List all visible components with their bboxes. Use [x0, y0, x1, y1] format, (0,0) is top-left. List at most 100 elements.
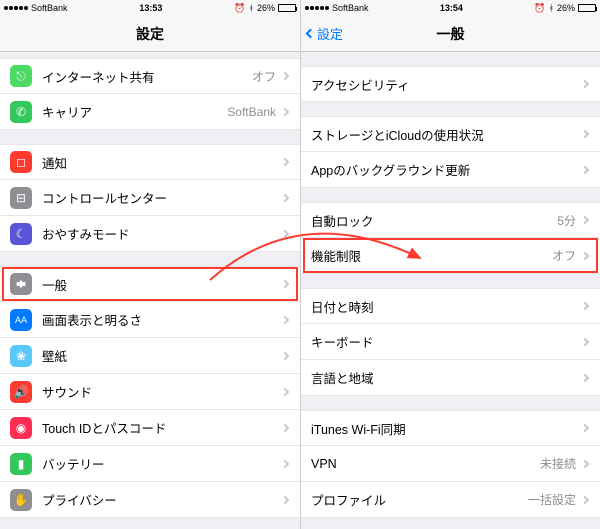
row-label: 日付と時刻 — [311, 297, 582, 316]
back-button[interactable]: 設定 — [307, 16, 343, 51]
alarm-icon: ⏰ — [534, 3, 545, 14]
chevron-right-icon — [281, 423, 289, 431]
row-label: VPN — [311, 457, 540, 471]
row-controlcenter[interactable]: ⊟ コントロールセンター — [0, 180, 300, 216]
row-label: 自動ロック — [311, 211, 557, 230]
link-icon: ⎋ — [10, 65, 32, 87]
status-bar: SoftBank 13:54 ⏰ ᚼ 26% — [301, 0, 600, 16]
row-autolock[interactable]: 自動ロック 5分 — [301, 202, 600, 238]
row-label: ストレージとiCloudの使用状況 — [311, 125, 582, 144]
chevron-right-icon — [581, 130, 589, 138]
row-label: iTunes Wi-Fi同期 — [311, 419, 582, 438]
battery-icon — [278, 4, 296, 12]
row-detail: 一括設定 — [528, 491, 576, 508]
row-label: コントロールセンター — [42, 188, 282, 207]
chevron-right-icon — [581, 373, 589, 381]
row-ituneswifi[interactable]: iTunes Wi-Fi同期 — [301, 410, 600, 446]
chevron-right-icon — [281, 315, 289, 323]
chevron-right-icon — [281, 351, 289, 359]
row-hotspot[interactable]: ⎋ インターネット共有 オフ — [0, 58, 300, 94]
back-label: 設定 — [317, 24, 343, 43]
screen-general: SoftBank 13:54 ⏰ ᚼ 26% 設定 一般 アクセシビリティ スト… — [300, 0, 600, 529]
row-label: キーボード — [311, 332, 582, 351]
clock: 13:54 — [369, 3, 535, 13]
row-datetime[interactable]: 日付と時刻 — [301, 288, 600, 324]
chevron-right-icon — [581, 424, 589, 432]
row-restrictions[interactable]: 機能制限 オフ — [301, 238, 600, 274]
wallpaper-icon: ❀ — [10, 345, 32, 367]
row-storage[interactable]: ストレージとiCloudの使用状況 — [301, 116, 600, 152]
row-language[interactable]: 言語と地域 — [301, 360, 600, 396]
row-label: 壁紙 — [42, 346, 282, 365]
chevron-right-icon — [281, 495, 289, 503]
row-label: バッテリー — [42, 454, 282, 473]
row-label: プロファイル — [311, 490, 528, 509]
row-label: 言語と地域 — [311, 368, 582, 387]
row-dnd[interactable]: ☾ おやすみモード — [0, 216, 300, 252]
status-bar: SoftBank 13:53 ⏰ ᚼ 26% — [0, 0, 300, 16]
chevron-right-icon — [581, 251, 589, 259]
page-title: 一般 — [437, 24, 465, 44]
alarm-icon: ⏰ — [234, 3, 245, 14]
chevron-right-icon — [281, 193, 289, 201]
row-label: サウンド — [42, 382, 282, 401]
row-label: Touch IDとパスコード — [42, 418, 282, 437]
row-wallpaper[interactable]: ❀ 壁紙 — [0, 338, 300, 374]
battery-percent: 26% — [557, 3, 575, 13]
row-vpn[interactable]: VPN 未接続 — [301, 446, 600, 482]
row-display[interactable]: AA 画面表示と明るさ — [0, 302, 300, 338]
row-label: 機能制限 — [311, 246, 552, 265]
signal-dots-icon — [305, 6, 329, 10]
chevron-right-icon — [281, 158, 289, 166]
row-label: アクセシビリティ — [311, 75, 582, 94]
row-detail: SoftBank — [227, 105, 276, 119]
chevron-right-icon — [281, 387, 289, 395]
row-label: キャリア — [42, 102, 227, 121]
row-keyboard[interactable]: キーボード — [301, 324, 600, 360]
chevron-right-icon — [581, 302, 589, 310]
row-touchid[interactable]: ◉ Touch IDとパスコード — [0, 410, 300, 446]
clock: 13:53 — [68, 3, 235, 13]
chevron-right-icon — [281, 280, 289, 288]
chevron-right-icon — [281, 229, 289, 237]
signal-dots-icon — [4, 6, 28, 10]
row-backgroundrefresh[interactable]: Appのバックグラウンド更新 — [301, 152, 600, 188]
phone-icon: ✆ — [10, 101, 32, 123]
hand-icon: ✋ — [10, 489, 32, 511]
row-label: インターネット共有 — [42, 67, 252, 86]
row-profile[interactable]: プロファイル 一括設定 — [301, 482, 600, 518]
battery-icon — [578, 4, 596, 12]
row-general[interactable]: 一般 — [0, 266, 300, 302]
row-carrier[interactable]: ✆ キャリア SoftBank — [0, 94, 300, 130]
row-label: プライバシー — [42, 490, 282, 509]
row-privacy[interactable]: ✋ プライバシー — [0, 482, 300, 518]
row-battery[interactable]: ▮ バッテリー — [0, 446, 300, 482]
row-label: おやすみモード — [42, 224, 282, 243]
row-sounds[interactable]: 🔊 サウンド — [0, 374, 300, 410]
fingerprint-icon: ◉ — [10, 417, 32, 439]
row-detail: 5分 — [557, 212, 576, 229]
row-label: Appのバックグラウンド更新 — [311, 160, 582, 179]
screen-settings: SoftBank 13:53 ⏰ ᚼ 26% 設定 ⎋ インターネット共有 オフ… — [0, 0, 300, 529]
row-accessibility[interactable]: アクセシビリティ — [301, 66, 600, 102]
moon-icon: ☾ — [10, 223, 32, 245]
chevron-right-icon — [281, 72, 289, 80]
notifications-icon: ◻ — [10, 151, 32, 173]
chevron-right-icon — [581, 337, 589, 345]
display-icon: AA — [10, 309, 32, 331]
bluetooth-icon: ᚼ — [549, 3, 554, 13]
row-detail: 未接続 — [540, 455, 576, 472]
row-label: 画面表示と明るさ — [42, 310, 282, 329]
settings-list: ⎋ インターネット共有 オフ ✆ キャリア SoftBank ◻ 通知 ⊟ コン… — [0, 52, 300, 529]
chevron-right-icon — [581, 165, 589, 173]
chevron-right-icon — [281, 107, 289, 115]
carrier-label: SoftBank — [31, 3, 68, 13]
navbar: 設定 — [0, 16, 300, 52]
chevron-right-icon — [581, 495, 589, 503]
row-notifications[interactable]: ◻ 通知 — [0, 144, 300, 180]
chevron-right-icon — [581, 216, 589, 224]
chevron-right-icon — [281, 459, 289, 467]
chevron-right-icon — [581, 80, 589, 88]
sound-icon: 🔊 — [10, 381, 32, 403]
row-label: 通知 — [42, 153, 282, 172]
